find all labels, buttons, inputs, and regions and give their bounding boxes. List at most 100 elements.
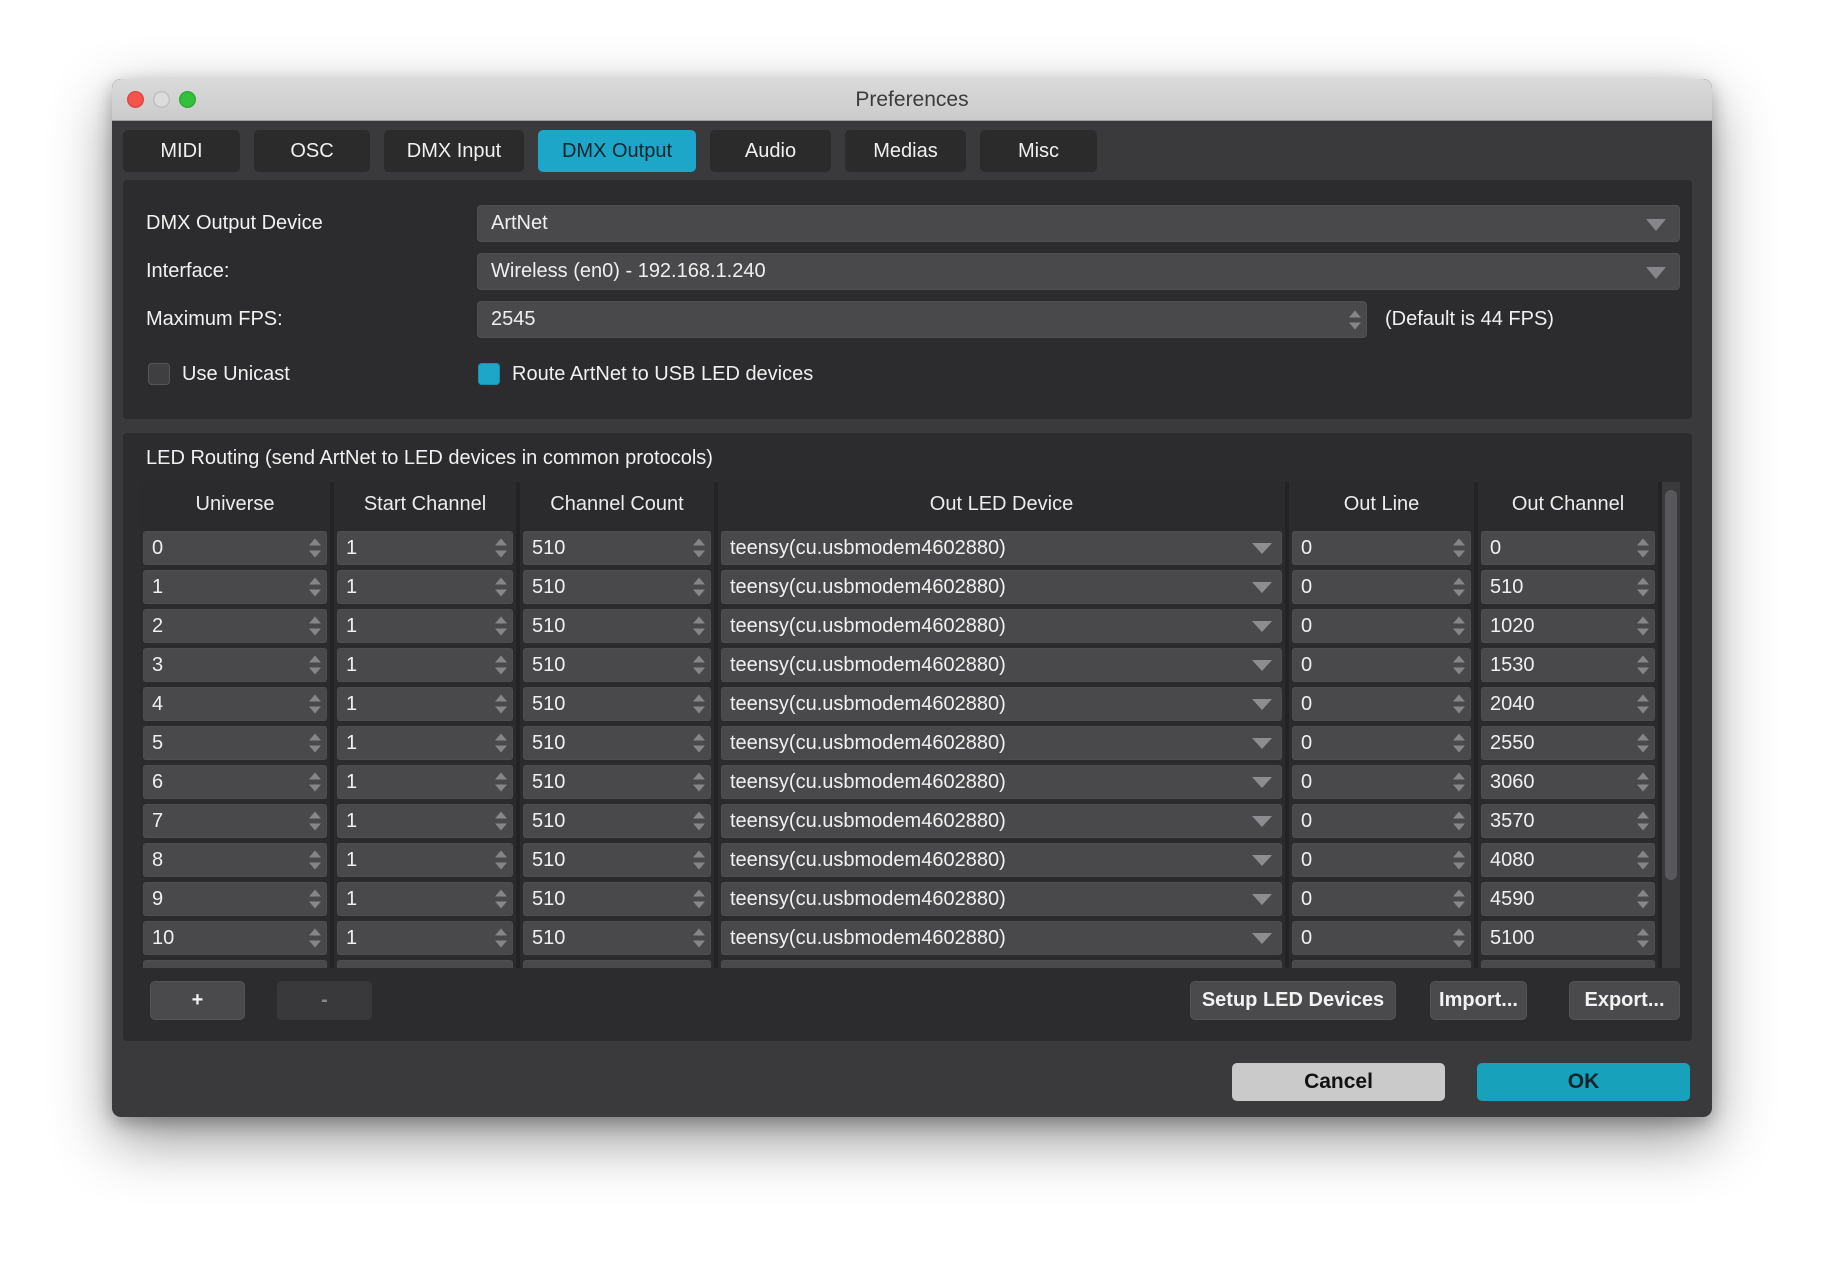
channel_count-cell[interactable]: 510 <box>523 804 711 838</box>
out_line-cell[interactable]: 0 <box>1292 570 1471 604</box>
device-dropdown-cell[interactable]: teensy(cu.usbmodem4602880) <box>721 648 1282 682</box>
stepper-arrows-icon[interactable] <box>1637 890 1649 909</box>
stepper-arrows-icon[interactable] <box>495 851 507 870</box>
stepper-arrows-icon[interactable] <box>309 851 321 870</box>
start_channel-cell[interactable]: 1 <box>337 531 513 565</box>
title-bar[interactable]: Preferences <box>112 79 1712 121</box>
stepper-arrows-icon[interactable] <box>1453 812 1465 831</box>
out_channel-cell[interactable]: 1530 <box>1481 648 1655 682</box>
channel_count-cell[interactable]: 510 <box>523 687 711 721</box>
start_channel-cell[interactable]: 1 <box>337 921 513 955</box>
out_channel-cell[interactable]: 3060 <box>1481 765 1655 799</box>
out_channel-cell[interactable]: 4590 <box>1481 882 1655 916</box>
ok-button[interactable]: OK <box>1477 1063 1690 1101</box>
stepper-arrows-icon[interactable] <box>693 929 705 948</box>
tab-audio[interactable]: Audio <box>710 130 831 172</box>
universe-cell[interactable]: 1 <box>143 570 327 604</box>
stepper-arrows-icon[interactable] <box>1637 656 1649 675</box>
tab-medias[interactable]: Medias <box>845 130 966 172</box>
universe-cell[interactable]: 2 <box>143 609 327 643</box>
start_channel-cell[interactable]: 1 <box>337 804 513 838</box>
out_channel-cell[interactable]: 2040 <box>1481 687 1655 721</box>
stepper-arrows-icon[interactable] <box>1453 578 1465 597</box>
stepper-arrows-icon[interactable] <box>495 617 507 636</box>
tab-osc[interactable]: OSC <box>254 130 370 172</box>
stepper-arrows-icon[interactable] <box>1637 734 1649 753</box>
stepper-arrows-icon[interactable] <box>1637 773 1649 792</box>
stepper-arrows-icon[interactable] <box>1453 734 1465 753</box>
device-dropdown-cell[interactable]: teensy(cu.usbmodem4602880) <box>721 882 1282 916</box>
universe-cell[interactable]: 4 <box>143 687 327 721</box>
stepper-arrows-icon[interactable] <box>309 773 321 792</box>
stepper-arrows-icon[interactable] <box>693 812 705 831</box>
stepper-arrows-icon[interactable] <box>1637 578 1649 597</box>
stepper-arrows-icon[interactable] <box>1453 656 1465 675</box>
out_channel-cell[interactable]: 510 <box>1481 570 1655 604</box>
stepper-arrows-icon[interactable] <box>495 695 507 714</box>
out_line-cell[interactable]: 0 <box>1292 609 1471 643</box>
stepper-arrows-icon[interactable] <box>693 539 705 558</box>
device-dropdown-cell[interactable]: teensy(cu.usbmodem4602880) <box>721 609 1282 643</box>
start_channel-cell[interactable]: 1 <box>337 648 513 682</box>
cancel-button[interactable]: Cancel <box>1232 1063 1445 1101</box>
channel_count-cell[interactable]: 510 <box>523 882 711 916</box>
universe-cell[interactable]: 7 <box>143 804 327 838</box>
export-button[interactable]: Export... <box>1569 981 1680 1020</box>
stepper-arrows-icon[interactable] <box>495 734 507 753</box>
stepper-arrows-icon[interactable] <box>1453 929 1465 948</box>
channel_count-cell[interactable]: 510 <box>523 921 711 955</box>
stepper-arrows-icon[interactable] <box>1637 929 1649 948</box>
out_channel-cell[interactable]: 4080 <box>1481 843 1655 877</box>
device-dropdown-cell[interactable]: teensy(cu.usbmodem4602880) <box>721 843 1282 877</box>
setup-led-devices-button[interactable]: Setup LED Devices <box>1190 981 1396 1020</box>
out_channel-cell[interactable]: 5100 <box>1481 921 1655 955</box>
remove-row-button[interactable]: - <box>277 981 372 1020</box>
out_line-cell[interactable]: 0 <box>1292 843 1471 877</box>
stepper-arrows-icon[interactable] <box>495 656 507 675</box>
universe-cell[interactable]: 8 <box>143 843 327 877</box>
universe-cell[interactable]: 6 <box>143 765 327 799</box>
out_line-cell[interactable]: 0 <box>1292 882 1471 916</box>
stepper-arrows-icon[interactable] <box>1453 851 1465 870</box>
universe-cell[interactable]: 0 <box>143 531 327 565</box>
out_channel-cell[interactable]: 3570 <box>1481 804 1655 838</box>
start_channel-cell[interactable]: 1 <box>337 882 513 916</box>
channel_count-cell[interactable]: 510 <box>523 726 711 760</box>
stepper-arrows-icon[interactable] <box>495 773 507 792</box>
stepper-arrows-icon[interactable] <box>1453 890 1465 909</box>
stepper-arrows-icon[interactable] <box>1453 773 1465 792</box>
out_channel-cell[interactable]: 2550 <box>1481 726 1655 760</box>
stepper-arrows-icon[interactable] <box>495 890 507 909</box>
universe-cell[interactable]: 9 <box>143 882 327 916</box>
out_line-cell[interactable]: 0 <box>1292 921 1471 955</box>
stepper-arrows-icon[interactable] <box>495 812 507 831</box>
stepper-arrows-icon[interactable] <box>309 695 321 714</box>
start_channel-cell[interactable]: 1 <box>337 765 513 799</box>
stepper-arrows-icon[interactable] <box>693 656 705 675</box>
device-dropdown-cell[interactable]: teensy(cu.usbmodem4602880) <box>721 726 1282 760</box>
stepper-arrows-icon[interactable] <box>309 539 321 558</box>
stepper-arrows-icon[interactable] <box>309 656 321 675</box>
stepper-arrows-icon[interactable] <box>1637 851 1649 870</box>
out_line-cell[interactable]: 0 <box>1292 531 1471 565</box>
out_line-cell[interactable]: 0 <box>1292 804 1471 838</box>
stepper-arrows-icon[interactable] <box>1637 695 1649 714</box>
channel_count-cell[interactable]: 510 <box>523 609 711 643</box>
universe-cell[interactable]: 10 <box>143 921 327 955</box>
interface-dropdown[interactable]: Wireless (en0) - 192.168.1.240 <box>477 253 1680 290</box>
stepper-arrows-icon[interactable] <box>309 578 321 597</box>
start_channel-cell[interactable]: 1 <box>337 570 513 604</box>
stepper-arrows-icon[interactable] <box>495 929 507 948</box>
use-unicast-checkbox[interactable] <box>148 363 170 385</box>
out_channel-cell[interactable]: 1020 <box>1481 609 1655 643</box>
stepper-arrows-icon[interactable] <box>1453 617 1465 636</box>
channel_count-cell[interactable]: 510 <box>523 570 711 604</box>
tab-misc[interactable]: Misc <box>980 130 1097 172</box>
route-artnet-checkbox[interactable] <box>478 363 500 385</box>
out_line-cell[interactable]: 0 <box>1292 687 1471 721</box>
table-scrollbar[interactable] <box>1662 482 1680 968</box>
out_line-cell[interactable]: 0 <box>1292 765 1471 799</box>
device-dropdown-cell[interactable]: teensy(cu.usbmodem4602880) <box>721 765 1282 799</box>
stepper-arrows-icon[interactable] <box>309 617 321 636</box>
stepper-arrows-icon[interactable] <box>693 617 705 636</box>
